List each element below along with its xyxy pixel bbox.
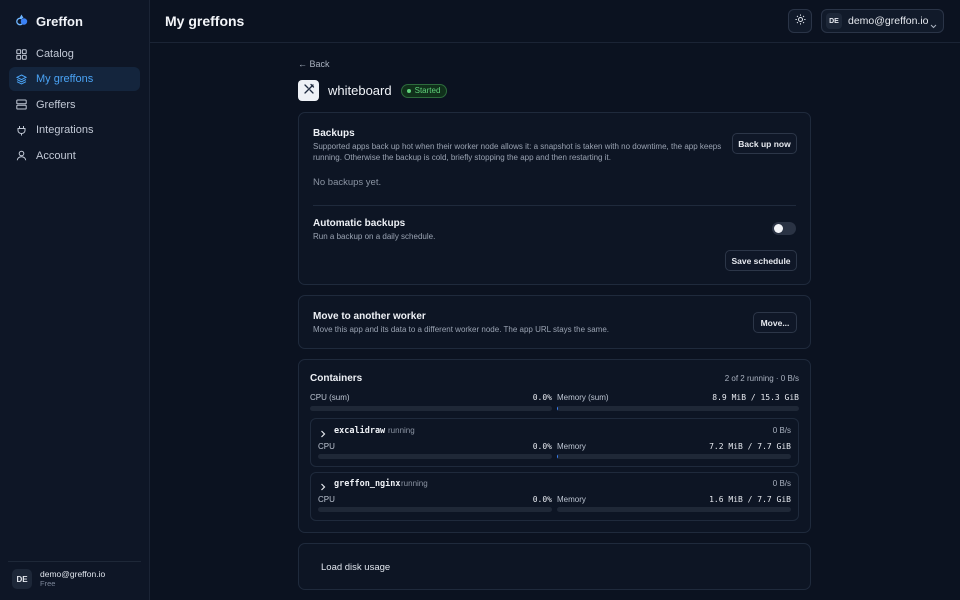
chevron-right-icon[interactable] [320, 480, 326, 494]
container-memory-label: Memory [557, 495, 586, 504]
app-icon [298, 80, 319, 101]
whiteboard-tools-icon [303, 83, 315, 98]
brand-name: Greffon [36, 13, 83, 29]
sidebar-item-account[interactable]: Account [9, 144, 140, 168]
sidebar-user-email: demo@greffon.io [40, 569, 106, 579]
sidebar-item-catalog[interactable]: Catalog [9, 42, 140, 66]
backups-title: Backups [313, 128, 355, 139]
container-cpu-bar [318, 454, 552, 459]
container-rate: 0 B/s [772, 426, 791, 435]
brand[interactable]: Greffon [15, 12, 83, 30]
chevron-right-icon[interactable] [320, 427, 326, 441]
status-dot-icon [406, 88, 411, 93]
automatic-backups-toggle[interactable] [772, 222, 796, 235]
container-cpu-label: CPU [318, 495, 335, 504]
containers-card: Containers 2 of 2 running · 0 B/s CPU (s… [298, 359, 811, 533]
cpu-sum-label: CPU (sum) [310, 393, 350, 402]
container-rate: 0 B/s [772, 479, 791, 488]
container-row-excalidraw: excalidraw running 0 B/s CPU 0.0% Memory… [310, 418, 799, 467]
load-disk-usage-button[interactable]: Load disk usage [321, 562, 390, 573]
status-badge-label: Started [414, 86, 441, 95]
sun-icon [795, 14, 806, 28]
container-state: running [401, 479, 428, 488]
container-memory-bar [557, 507, 791, 512]
save-schedule-button[interactable]: Save schedule [725, 250, 797, 271]
sidebar-user[interactable]: DE demo@greffon.io Free [12, 569, 105, 589]
account-email: demo@greffon.io [848, 15, 929, 27]
container-cpu-bar [318, 507, 552, 512]
sidebar-item-greffers[interactable]: Greffers [9, 93, 140, 117]
back-link[interactable]: ← Back [298, 59, 330, 69]
chevron-down-icon [930, 18, 937, 32]
grid-icon [16, 48, 27, 60]
status-badge: Started [400, 83, 448, 98]
automatic-backups-title: Automatic backups [313, 218, 406, 229]
move-button[interactable]: Move... [753, 312, 797, 333]
move-title: Move to another worker [313, 311, 426, 322]
theme-toggle-button[interactable] [788, 9, 812, 33]
page-title: My greffons [165, 13, 245, 29]
memory-sum-label: Memory (sum) [557, 393, 609, 402]
backups-card: Backups Supported apps back up hot when … [298, 112, 811, 285]
containers-summary: 2 of 2 running · 0 B/s [724, 374, 799, 383]
automatic-backups-description: Run a backup on a daily schedule. [313, 232, 436, 241]
container-memory-bar [557, 454, 791, 459]
memory-sum-bar [557, 406, 799, 411]
move-card: Move to another worker Move this app and… [298, 295, 811, 349]
disk-usage-card: Load disk usage [298, 543, 811, 590]
cpu-sum-bar [310, 406, 552, 411]
sidebar-item-label: My greffons [36, 73, 94, 86]
container-cpu-value: 0.0% [532, 442, 552, 451]
plug-icon [16, 125, 27, 136]
greffon-logo-icon [15, 13, 28, 29]
sidebar-nav: Catalog My greffons Greffers Integration… [9, 42, 140, 169]
container-memory-label: Memory [557, 442, 586, 451]
containers-title: Containers [310, 373, 363, 384]
layers-icon [16, 74, 27, 85]
container-memory-value: 1.6 MiB / 7.7 GiB [709, 495, 791, 504]
avatar: DE [12, 569, 32, 589]
move-description: Move this app and its data to a differen… [313, 325, 610, 334]
server-icon [16, 99, 27, 110]
backups-description: Supported apps back up hot when their wo… [313, 142, 722, 162]
user-icon [16, 150, 27, 161]
cpu-sum-value: 0.0% [532, 393, 552, 402]
topbar: My greffons DE demo@greffon.io [150, 0, 960, 43]
container-state: running [388, 426, 415, 435]
sidebar-item-label: Catalog [36, 48, 74, 60]
sidebar-divider [8, 561, 141, 562]
account-menu-button[interactable]: DE demo@greffon.io [821, 9, 944, 33]
app-name: whiteboard [328, 83, 392, 98]
toggle-knob [774, 224, 783, 233]
container-row-greffon-nginx: greffon_nginx running 0 B/s CPU 0.0% Mem… [310, 472, 799, 521]
sidebar: Greffon Catalog My greffons Greffers Int… [0, 0, 150, 600]
backups-empty-text: No backups yet. [313, 177, 382, 188]
sidebar-item-label: Greffers [36, 98, 76, 111]
sidebar-item-label: Account [36, 149, 76, 162]
sidebar-item-label: Integrations [36, 124, 94, 137]
memory-sum-value: 8.9 MiB / 15.3 GiB [712, 393, 799, 402]
container-cpu-value: 0.0% [532, 495, 552, 504]
backups-divider [313, 205, 796, 206]
container-name: excalidraw [334, 426, 386, 436]
sidebar-item-my-greffons[interactable]: My greffons [9, 67, 140, 92]
back-up-now-button[interactable]: Back up now [732, 133, 797, 154]
app-header: whiteboard Started [298, 80, 448, 101]
sidebar-item-integrations[interactable]: Integrations [9, 118, 140, 142]
avatar: DE [826, 13, 842, 29]
sidebar-user-plan: Free [40, 579, 56, 588]
container-cpu-label: CPU [318, 442, 335, 451]
container-memory-value: 7.2 MiB / 7.7 GiB [709, 442, 791, 451]
container-name: greffon_nginx [334, 479, 401, 489]
